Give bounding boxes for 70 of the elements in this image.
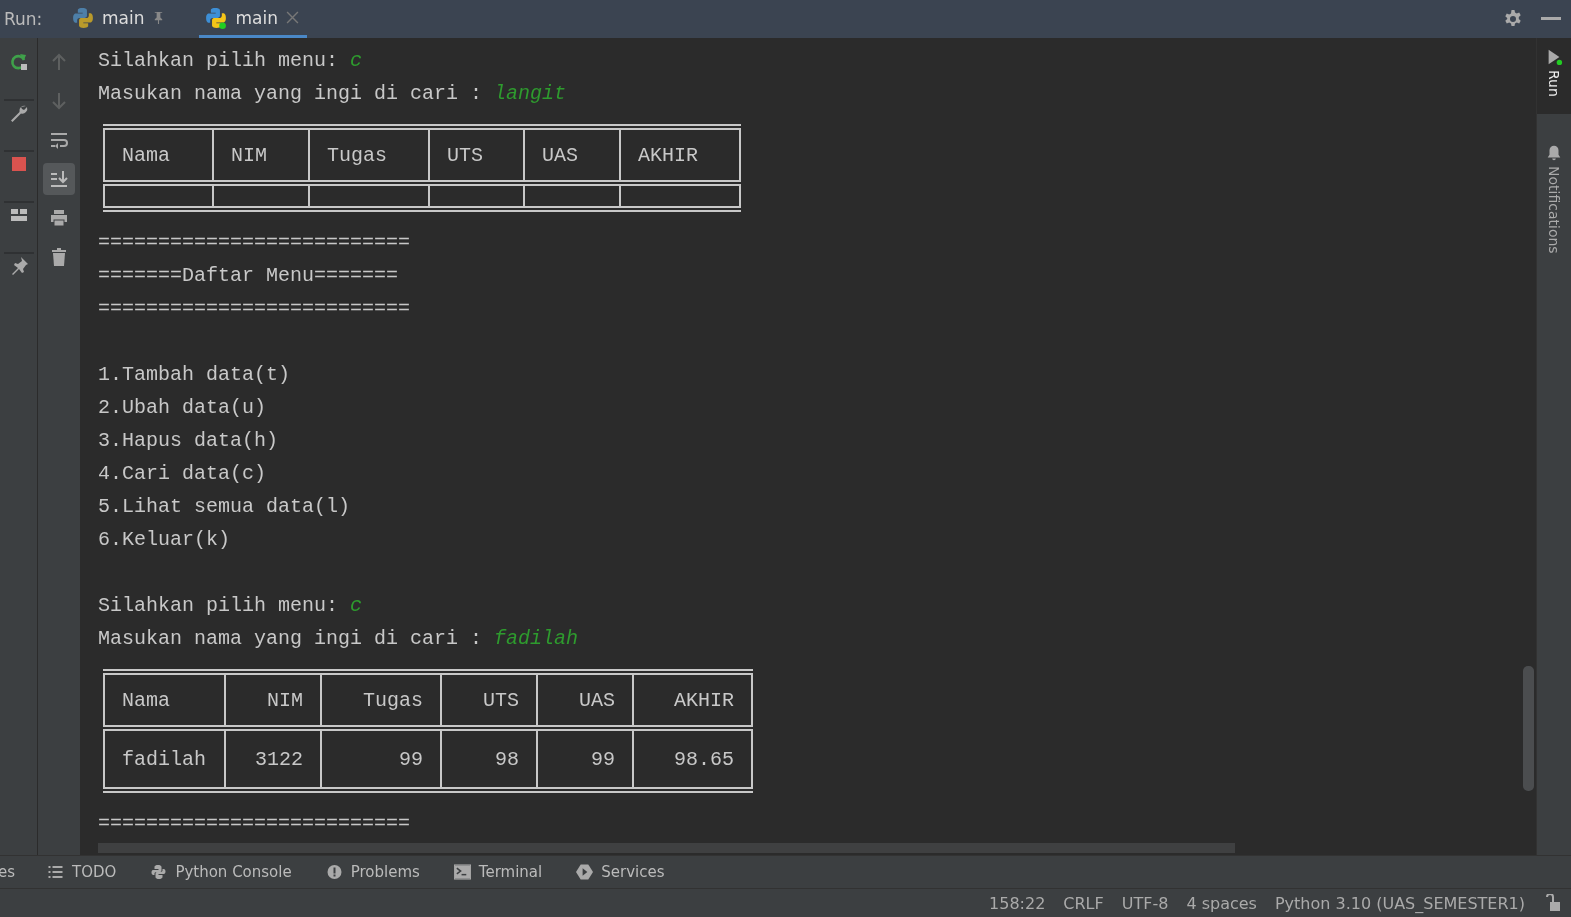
input-text: c	[350, 49, 363, 72]
scroll-to-end-icon	[49, 169, 69, 189]
table-cell: 99	[591, 747, 615, 771]
column-header: UAS	[579, 688, 615, 712]
console-text: Silahkan pilih menu:	[98, 594, 339, 617]
console-text: Masukan nama yang ingi di cari :	[98, 82, 483, 105]
column-header: Tugas	[327, 143, 387, 167]
column-header: UTS	[447, 143, 483, 167]
trash-icon	[49, 247, 69, 267]
column-header: AKHIR	[674, 688, 734, 712]
console-text: ==========================	[98, 812, 411, 835]
table-cell: 3122	[255, 747, 303, 771]
status-item[interactable]: UTF-8	[1121, 893, 1169, 913]
python-icon	[150, 864, 168, 880]
table-cell: fadilah	[122, 747, 206, 771]
console-text: ==========================	[98, 297, 411, 320]
column-header: Tugas	[363, 688, 423, 712]
tool-window-button[interactable]: TODO	[47, 863, 117, 881]
column-header: NIM	[231, 143, 267, 167]
console-text: 2.Ubah data(u)	[98, 396, 267, 419]
terminal-icon	[453, 864, 471, 880]
status-item[interactable]: 4 spaces	[1186, 893, 1257, 913]
status-item[interactable]: CRLF	[1063, 893, 1104, 913]
wrap-icon	[49, 130, 69, 150]
column-header: Nama	[122, 688, 170, 712]
table-cell: 98.65	[674, 747, 734, 771]
table-cell: 99	[399, 747, 423, 771]
input-text: fadilah	[494, 627, 579, 650]
column-header: UAS	[542, 143, 578, 167]
console-text: 4.Cari data(c)	[98, 462, 267, 485]
wrench-icon[interactable]	[8, 103, 29, 123]
rerun-icon[interactable]	[8, 52, 29, 72]
tool-window-button[interactable]: Problems	[325, 863, 420, 881]
bell-icon	[1545, 144, 1563, 162]
list-icon	[47, 864, 65, 880]
console-text: ==========================	[98, 231, 411, 254]
console-tab[interactable]: main	[66, 0, 174, 38]
close-icon[interactable]	[285, 11, 299, 24]
tool-window-button[interactable]: Services	[576, 863, 665, 881]
console-text: =======Daftar Menu=======	[98, 264, 399, 287]
down-arrow-icon	[49, 91, 69, 111]
vertical-scrollbar[interactable]	[1523, 666, 1534, 791]
input-text: langit	[494, 82, 567, 105]
play-icon	[576, 864, 594, 880]
table-cell: 98	[495, 747, 519, 771]
console-tab[interactable]: main	[199, 0, 307, 38]
side-tab[interactable]: Notifications	[1537, 134, 1571, 264]
input-text: c	[350, 594, 363, 617]
console-text: 1.Tambah data(t)	[98, 363, 291, 386]
unlock-icon[interactable]	[1545, 894, 1561, 912]
console-text: 3.Hapus data(h)	[98, 429, 279, 452]
scroll-end-button[interactable]	[43, 163, 75, 195]
column-header: UTS	[483, 688, 519, 712]
run-label: Run:	[3, 9, 44, 29]
console-text: Silahkan pilih menu:	[98, 49, 339, 72]
side-tab[interactable]: Run	[1537, 38, 1571, 114]
tool-window-button[interactable]: Terminal	[453, 863, 543, 881]
tool-window-button[interactable]: Python Console	[150, 863, 292, 881]
console-text: 5.Lihat semua data(l)	[98, 495, 351, 518]
alert-icon	[325, 864, 343, 880]
console-text: 6.Keluar(k)	[98, 528, 231, 551]
column-header: NIM	[267, 688, 303, 712]
settings-icon[interactable]	[1503, 9, 1523, 29]
console-text: Masukan nama yang ingi di cari :	[98, 627, 483, 650]
status-item[interactable]: Python 3.10 (UAS_SEMESTER1)	[1274, 893, 1525, 913]
status-item[interactable]: 158:22	[989, 893, 1046, 913]
minimize-icon[interactable]	[1541, 17, 1561, 21]
printer-icon	[49, 208, 69, 228]
column-header: Nama	[122, 143, 170, 167]
column-header: AKHIR	[638, 143, 698, 167]
